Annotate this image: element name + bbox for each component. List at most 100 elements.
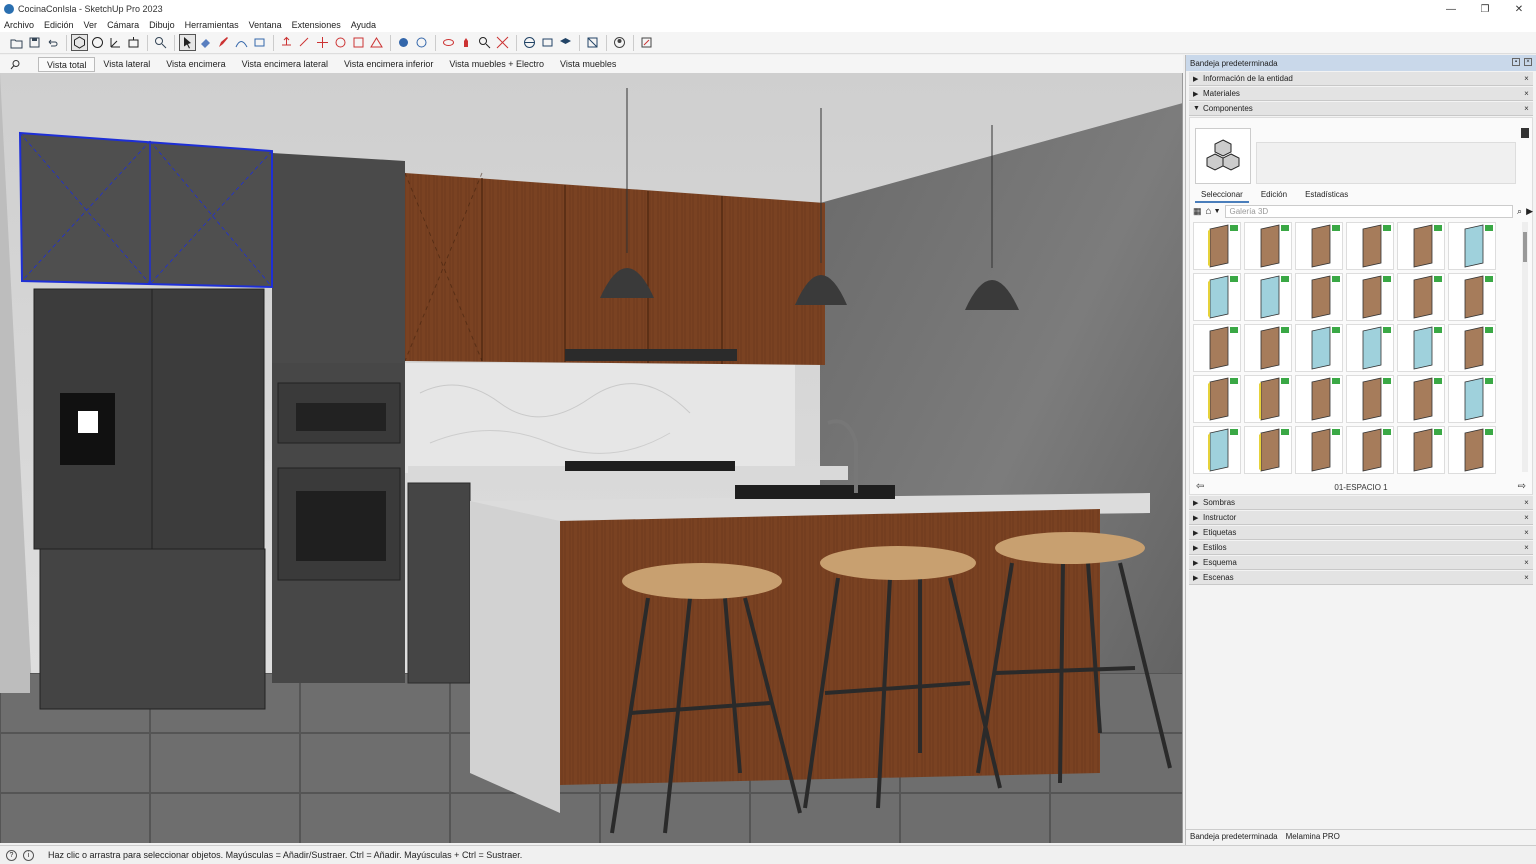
panel-close-icon[interactable]: × bbox=[1522, 74, 1531, 83]
pencil-icon[interactable] bbox=[215, 34, 232, 51]
pin-icon[interactable]: ▪ bbox=[1512, 58, 1520, 66]
scene-tab-vista-encimera-inferior[interactable]: Vista encimera inferior bbox=[336, 57, 441, 72]
component-thumbnail[interactable] bbox=[1295, 426, 1343, 474]
panel-escenas[interactable]: ▶ Escenas × bbox=[1189, 571, 1533, 585]
component-thumbnail[interactable] bbox=[1244, 324, 1292, 372]
panel-close-icon[interactable]: × bbox=[1522, 573, 1531, 582]
geo-location-icon[interactable]: ? bbox=[6, 849, 17, 861]
zoom-icon[interactable] bbox=[152, 34, 169, 51]
close-button[interactable]: ✕ bbox=[1502, 0, 1536, 18]
panel-close-icon[interactable]: × bbox=[1522, 513, 1531, 522]
component-thumbnail[interactable] bbox=[1346, 273, 1394, 321]
component-thumbnail[interactable] bbox=[1244, 426, 1292, 474]
component-thumbnail[interactable] bbox=[1244, 222, 1292, 270]
scene-tab-vista-muebles-electro[interactable]: Vista muebles + Electro bbox=[441, 57, 552, 72]
panel-close-icon[interactable]: × bbox=[1522, 543, 1531, 552]
rotate-icon[interactable] bbox=[332, 34, 349, 51]
component-thumbnail[interactable] bbox=[1193, 426, 1241, 474]
component-thumbnail[interactable] bbox=[1346, 375, 1394, 423]
component-thumbnail[interactable] bbox=[1448, 273, 1496, 321]
followme-icon[interactable] bbox=[296, 34, 313, 51]
component-thumbnail[interactable] bbox=[1244, 273, 1292, 321]
component-thumbnail[interactable] bbox=[1295, 375, 1343, 423]
edit-note-icon[interactable] bbox=[638, 34, 655, 51]
save-icon[interactable] bbox=[26, 34, 43, 51]
menu-edicion[interactable]: Edición bbox=[44, 20, 74, 30]
maximize-button[interactable]: ❐ bbox=[1468, 0, 1502, 18]
component-thumbnail[interactable] bbox=[1397, 324, 1445, 372]
panel-close-icon[interactable]: × bbox=[1522, 498, 1531, 507]
panel-esquema[interactable]: ▶ Esquema × bbox=[1189, 556, 1533, 570]
panel-materials[interactable]: ▶ Materiales × bbox=[1189, 87, 1533, 101]
shape-icon[interactable] bbox=[251, 34, 268, 51]
user-icon[interactable] bbox=[611, 34, 628, 51]
panel-etiquetas[interactable]: ▶ Etiquetas × bbox=[1189, 526, 1533, 540]
minimize-button[interactable]: — bbox=[1434, 0, 1468, 18]
pan-icon[interactable] bbox=[458, 34, 475, 51]
tab-edicion[interactable]: Edición bbox=[1255, 188, 1293, 203]
component-thumbnail[interactable] bbox=[1448, 426, 1496, 474]
home-icon[interactable]: ⌂ bbox=[1206, 206, 1212, 217]
menu-ayuda[interactable]: Ayuda bbox=[351, 20, 376, 30]
menu-herramientas[interactable]: Herramientas bbox=[185, 20, 239, 30]
panel-estilos[interactable]: ▶ Estilos × bbox=[1189, 541, 1533, 555]
tray-close-icon[interactable]: × bbox=[1524, 58, 1532, 66]
component-thumbnail[interactable] bbox=[1346, 426, 1394, 474]
select-icon[interactable] bbox=[179, 34, 196, 51]
component-thumbnail[interactable] bbox=[1193, 273, 1241, 321]
component-thumbnail[interactable] bbox=[1397, 273, 1445, 321]
scene-tab-vista-lateral[interactable]: Vista lateral bbox=[95, 57, 158, 72]
scale-icon[interactable] bbox=[350, 34, 367, 51]
component-thumbnail[interactable] bbox=[1397, 375, 1445, 423]
menu-ver[interactable]: Ver bbox=[84, 20, 98, 30]
panel-close-icon[interactable]: × bbox=[1522, 89, 1531, 98]
extension-warehouse-icon[interactable] bbox=[539, 34, 556, 51]
tab-estadisticas[interactable]: Estadísticas bbox=[1299, 188, 1354, 203]
menu-archivo[interactable]: Archivo bbox=[4, 20, 34, 30]
component-thumbnail[interactable] bbox=[1448, 222, 1496, 270]
menu-camara[interactable]: Cámara bbox=[107, 20, 139, 30]
component-thumbnail[interactable] bbox=[1448, 324, 1496, 372]
arc-icon[interactable] bbox=[233, 34, 250, 51]
scene-tab-vista-total[interactable]: Vista total bbox=[38, 56, 96, 72]
eraser-icon[interactable] bbox=[197, 34, 214, 51]
panel-components[interactable]: ▼ Componentes × bbox=[1189, 102, 1533, 116]
tape-measure-icon[interactable] bbox=[395, 34, 412, 51]
view-options-icon[interactable]: ▦ bbox=[1193, 206, 1202, 217]
scene-tab-vista-encimera-lateral[interactable]: Vista encimera lateral bbox=[234, 57, 336, 72]
panel-close-icon[interactable]: × bbox=[1522, 104, 1531, 113]
styles-icon[interactable] bbox=[584, 34, 601, 51]
component-thumbnail[interactable] bbox=[1448, 375, 1496, 423]
front-view-icon[interactable] bbox=[107, 34, 124, 51]
warehouse-icon[interactable] bbox=[521, 34, 538, 51]
component-thumbnail[interactable] bbox=[1295, 273, 1343, 321]
component-thumbnail[interactable] bbox=[1295, 222, 1343, 270]
component-thumbnail[interactable] bbox=[1346, 324, 1394, 372]
dropdown-icon[interactable]: ▼ bbox=[1214, 208, 1221, 215]
tab-bandeja-predeterminada[interactable]: Bandeja predeterminada bbox=[1190, 832, 1278, 841]
zoom-window-icon[interactable] bbox=[476, 34, 493, 51]
panel-sombras[interactable]: ▶ Sombras × bbox=[1189, 496, 1533, 510]
gallery-search-input[interactable]: Galería 3D bbox=[1224, 204, 1514, 218]
scroll-thumb[interactable] bbox=[1523, 232, 1527, 262]
scene-tab-vista-muebles[interactable]: Vista muebles bbox=[552, 57, 624, 72]
move-icon[interactable] bbox=[314, 34, 331, 51]
component-thumbnail[interactable] bbox=[1397, 222, 1445, 270]
tab-melamina-pro[interactable]: Melamina PRO bbox=[1286, 832, 1340, 841]
panel-close-icon[interactable]: × bbox=[1522, 528, 1531, 537]
search-icon[interactable] bbox=[0, 59, 30, 70]
panel-instructor[interactable]: ▶ Instructor × bbox=[1189, 511, 1533, 525]
menu-ventana[interactable]: Ventana bbox=[249, 20, 282, 30]
panel-close-icon[interactable]: × bbox=[1522, 558, 1531, 567]
component-thumbnail[interactable] bbox=[1295, 324, 1343, 372]
info-icon[interactable]: i bbox=[23, 849, 34, 861]
scene-tab-vista-encimera[interactable]: Vista encimera bbox=[158, 57, 233, 72]
menu-extensiones[interactable]: Extensiones bbox=[292, 20, 341, 30]
open-icon[interactable] bbox=[8, 34, 25, 51]
dimension-icon[interactable] bbox=[413, 34, 430, 51]
component-thumbnail[interactable] bbox=[1193, 222, 1241, 270]
next-arrow-icon[interactable]: ⇨ bbox=[1518, 481, 1526, 492]
search-icon[interactable]: ⌕ bbox=[1517, 206, 1522, 217]
forward-icon[interactable]: ▶ bbox=[1526, 206, 1533, 217]
component-description[interactable] bbox=[1256, 142, 1516, 184]
